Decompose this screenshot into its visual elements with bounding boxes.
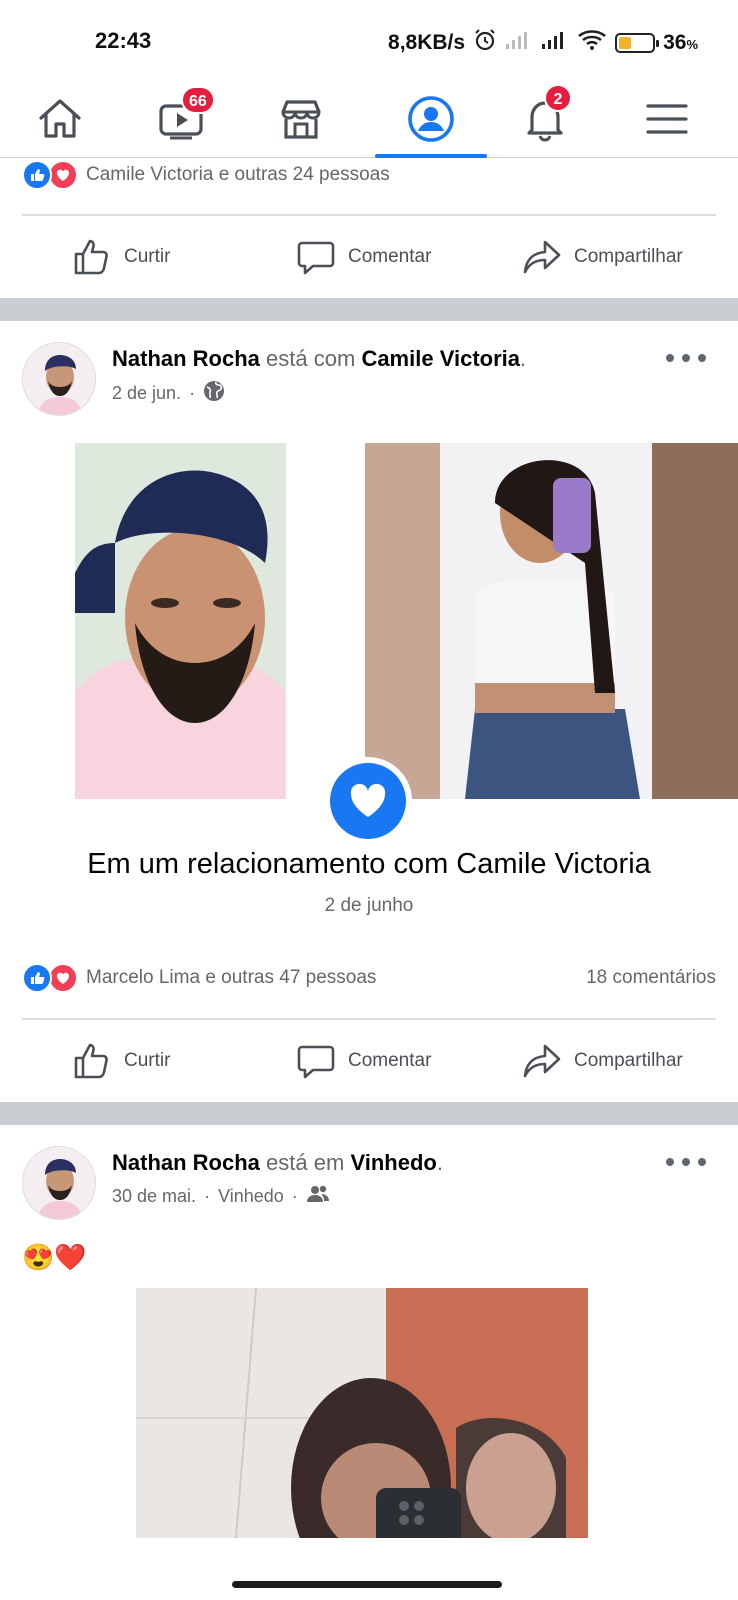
- comments-count[interactable]: 18 comentários: [586, 967, 716, 989]
- meta-dot: ·: [204, 1186, 211, 1206]
- globe-icon: [203, 380, 225, 407]
- status-right-group: 8,8KB/s 36%: [388, 28, 698, 58]
- signal-weak-icon: [505, 29, 533, 57]
- author-name[interactable]: Nathan Rocha: [112, 1150, 260, 1175]
- tagged-name[interactable]: Camile Victoria: [361, 346, 520, 371]
- post-meta: 30 de mai. · Vinhedo ·: [112, 1184, 330, 1209]
- nav-watch[interactable]: 66: [126, 80, 236, 158]
- nav-menu[interactable]: [612, 80, 722, 158]
- comment-button[interactable]: Comentar: [296, 1020, 431, 1102]
- author-connector: está com: [266, 346, 356, 371]
- share-icon: [523, 1044, 561, 1078]
- feed-separator: [0, 1102, 738, 1125]
- post0-reactions[interactable]: Camile Victoria e outras 24 pessoas: [22, 155, 716, 195]
- author-line-period: .: [436, 1150, 443, 1175]
- share-button[interactable]: Compartilhar: [522, 216, 683, 298]
- like-reaction-icon: [22, 160, 52, 190]
- avatar[interactable]: [22, 342, 96, 416]
- reactions-summary: Camile Victoria e outras 24 pessoas: [86, 164, 390, 185]
- place-name[interactable]: Vinhedo: [350, 1150, 436, 1175]
- relationship-date: 2 de junho: [324, 895, 414, 916]
- like-label: Curtir: [124, 246, 171, 267]
- reactions-summary: Marcelo Lima e outras 47 pessoas: [86, 967, 377, 988]
- avatar[interactable]: [22, 1146, 96, 1220]
- relationship-title: Em um relacionamento com Camile Victoria: [87, 848, 651, 880]
- meta-dot: ·: [291, 1186, 298, 1206]
- author-name[interactable]: Nathan Rocha: [112, 346, 260, 371]
- post0-actions: Curtir Comentar Compartilhar: [0, 216, 738, 298]
- heart-icon: [330, 763, 406, 839]
- nav-marketplace[interactable]: [246, 80, 356, 158]
- share-icon: [523, 240, 561, 274]
- like-label: Curtir: [124, 1050, 171, 1071]
- notifications-badge: 2: [544, 84, 572, 112]
- nav-home[interactable]: [5, 80, 115, 158]
- alarm-icon: [473, 28, 497, 58]
- post-caption: 😍❤️: [22, 1242, 87, 1272]
- post-author-line: Nathan Rocha está com Camile Victoria.: [112, 346, 526, 372]
- feed-separator: [0, 298, 738, 321]
- post-author-line: Nathan Rocha está em Vinhedo.: [112, 1150, 443, 1176]
- like-button[interactable]: Curtir: [72, 216, 170, 298]
- like-icon: [74, 239, 108, 275]
- author-line-period: .: [520, 346, 527, 371]
- comment-label: Comentar: [348, 1050, 432, 1071]
- friends-icon: [306, 1184, 330, 1209]
- more-options-button[interactable]: [666, 346, 706, 370]
- meta-dot: ·: [189, 383, 196, 403]
- share-button[interactable]: Compartilhar: [522, 1020, 683, 1102]
- network-speed: 8,8KB/s: [388, 31, 466, 54]
- post1-reactions[interactable]: Marcelo Lima e outras 47 pessoas 18 come…: [22, 958, 716, 998]
- profile-icon: [408, 96, 454, 142]
- like-reaction-icon: [22, 963, 52, 993]
- nav-profile[interactable]: [376, 80, 486, 158]
- love-reaction-icon: [48, 963, 78, 993]
- battery-percent-value: 36: [663, 31, 687, 54]
- like-button[interactable]: Curtir: [72, 1020, 170, 1102]
- author-connector: está em: [266, 1150, 345, 1175]
- photo-right[interactable]: [365, 443, 738, 799]
- home-icon: [39, 99, 81, 138]
- post1-header: Nathan Rocha está com Camile Victoria. 2…: [22, 342, 722, 422]
- nav-notifications[interactable]: 2: [490, 80, 600, 158]
- battery-level: [619, 37, 632, 49]
- store-icon: [281, 100, 321, 139]
- love-reaction-icon: [48, 160, 78, 190]
- post-photo[interactable]: [136, 1288, 588, 1538]
- battery-icon: [615, 33, 660, 53]
- post1-actions: Curtir Comentar Compartilhar: [0, 1020, 738, 1102]
- post-date[interactable]: 30 de mai.: [112, 1186, 196, 1207]
- comment-label: Comentar: [348, 246, 432, 267]
- post2-header: Nathan Rocha está em Vinhedo. 30 de mai.…: [22, 1146, 722, 1226]
- more-options-button[interactable]: [666, 1150, 706, 1174]
- status-bar: 22:43 8,8KB/s 36%: [0, 0, 738, 80]
- reaction-icons: [22, 160, 78, 190]
- comment-button[interactable]: Comentar: [296, 216, 431, 298]
- reaction-icons: [22, 963, 78, 993]
- menu-icon: [646, 104, 688, 134]
- post-meta: 2 de jun. ·: [112, 380, 225, 407]
- relationship-heart-badge: [324, 757, 412, 845]
- like-icon: [74, 1043, 108, 1079]
- share-label: Compartilhar: [574, 246, 683, 267]
- battery-percent-symbol: %: [686, 37, 698, 52]
- top-nav: 66 2: [0, 80, 738, 158]
- signal-icon: [541, 29, 569, 57]
- watch-badge: 66: [181, 86, 215, 114]
- comment-icon: [297, 241, 335, 275]
- share-label: Compartilhar: [574, 1050, 683, 1071]
- battery-percent: 36%: [663, 31, 698, 55]
- photo-left[interactable]: [75, 443, 286, 799]
- wifi-icon: [577, 28, 607, 58]
- post-location[interactable]: Vinhedo: [218, 1186, 284, 1207]
- post-date[interactable]: 2 de jun.: [112, 383, 181, 404]
- comment-icon: [297, 1045, 335, 1079]
- status-time: 22:43: [95, 28, 152, 53]
- home-indicator[interactable]: [232, 1581, 502, 1588]
